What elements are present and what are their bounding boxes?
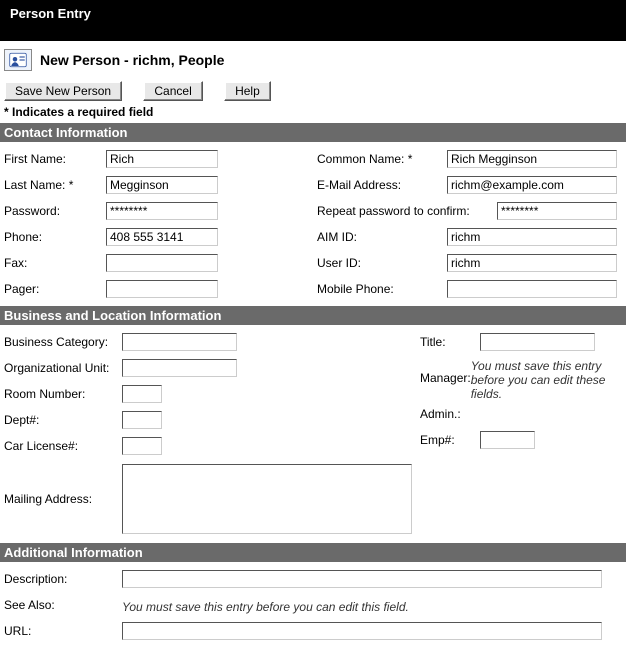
room-number-label: Room Number: (4, 387, 122, 401)
section-business: Business Category: Organizational Unit: … (0, 325, 626, 543)
title-input[interactable] (480, 333, 595, 351)
car-license-input[interactable] (122, 437, 162, 455)
user-id-input[interactable] (447, 254, 617, 272)
repeat-password-input[interactable] (497, 202, 617, 220)
manager-note: You must save this entry before you can … (471, 355, 622, 401)
page-title: New Person - richm, People (40, 52, 224, 68)
aim-id-input[interactable] (447, 228, 617, 246)
manager-label: Manager: (420, 371, 471, 385)
aim-id-label: AIM ID: (317, 230, 447, 244)
last-name-input[interactable] (106, 176, 218, 194)
mailing-address-label: Mailing Address: (4, 492, 122, 506)
pager-input[interactable] (106, 280, 218, 298)
last-name-label: Last Name: * (4, 178, 106, 192)
save-button[interactable]: Save New Person (4, 81, 122, 101)
emp-label: Emp#: (420, 433, 480, 447)
title-label: Title: (420, 335, 480, 349)
dept-label: Dept#: (4, 413, 122, 427)
section-contact: First Name: Last Name: * Password: Phone… (0, 142, 626, 306)
first-name-input[interactable] (106, 150, 218, 168)
car-license-label: Car License#: (4, 439, 122, 453)
section-business-header: Business and Location Information (0, 306, 626, 325)
description-label: Description: (4, 572, 122, 586)
user-id-label: User ID: (317, 256, 447, 270)
fax-input[interactable] (106, 254, 218, 272)
room-number-input[interactable] (122, 385, 162, 403)
toolbar: Save New Person Cancel Help (0, 77, 626, 103)
phone-label: Phone: (4, 230, 106, 244)
first-name-label: First Name: (4, 152, 106, 166)
admin-label: Admin.: (420, 407, 480, 421)
password-input[interactable] (106, 202, 218, 220)
org-unit-input[interactable] (122, 359, 237, 377)
emp-input[interactable] (480, 431, 535, 449)
business-category-label: Business Category: (4, 335, 122, 349)
mobile-phone-input[interactable] (447, 280, 617, 298)
common-name-input[interactable] (447, 150, 617, 168)
repeat-password-label: Repeat password to confirm: (317, 204, 497, 218)
email-label: E-Mail Address: (317, 178, 447, 192)
help-button[interactable]: Help (224, 81, 271, 101)
common-name-label: Common Name: * (317, 152, 447, 166)
page-header: New Person - richm, People (0, 41, 626, 77)
phone-input[interactable] (106, 228, 218, 246)
section-additional: Description: See Also:You must save this… (0, 562, 626, 648)
org-unit-label: Organizational Unit: (4, 361, 122, 375)
window-title: Person Entry (0, 0, 626, 41)
password-label: Password: (4, 204, 106, 218)
see-also-note: You must save this entry before you can … (122, 596, 409, 614)
mobile-phone-label: Mobile Phone: (317, 282, 447, 296)
fax-label: Fax: (4, 256, 106, 270)
cancel-button[interactable]: Cancel (143, 81, 202, 101)
section-additional-header: Additional Information (0, 543, 626, 562)
person-icon (4, 49, 32, 71)
mailing-address-input[interactable] (122, 464, 412, 534)
email-input[interactable] (447, 176, 617, 194)
see-also-label: See Also: (4, 598, 122, 612)
url-label: URL: (4, 624, 122, 638)
url-input[interactable] (122, 622, 602, 640)
pager-label: Pager: (4, 282, 106, 296)
section-contact-header: Contact Information (0, 123, 626, 142)
required-fields-note: * Indicates a required field (0, 103, 626, 123)
dept-input[interactable] (122, 411, 162, 429)
business-category-input[interactable] (122, 333, 237, 351)
